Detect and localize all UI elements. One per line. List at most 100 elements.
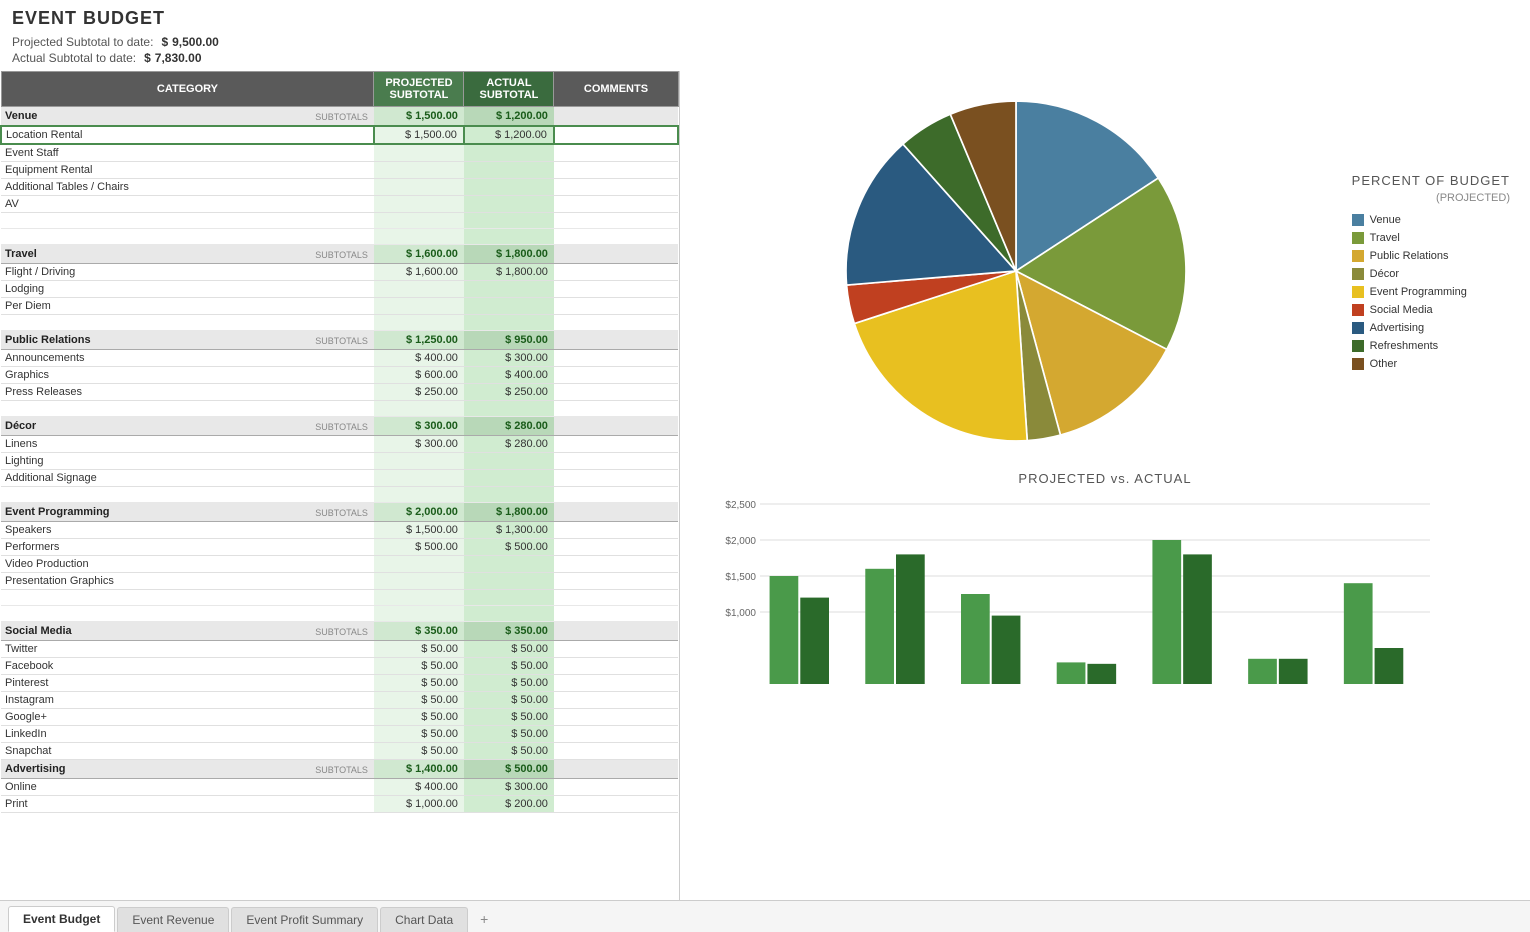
bar-chart-container: $2,500$2,000$1,500$1,000 [700, 494, 1510, 694]
table-row[interactable]: Online $ 400.00 $ 300.00 [1, 779, 678, 796]
table-row[interactable]: Location Rental $ 1,500.00 $ 1,200.00 [1, 126, 678, 144]
table-row[interactable]: Announcements $ 400.00 $ 300.00 [1, 350, 678, 367]
pie-chart-svg [846, 101, 1186, 441]
table-row[interactable]: Pinterest $ 50.00 $ 50.00 [1, 675, 678, 692]
item-act: $ 300.00 [464, 350, 554, 367]
table-row[interactable]: Performers $ 500.00 $ 500.00 [1, 539, 678, 556]
item-act: $ 50.00 [464, 675, 554, 692]
subtotals-label: SUBTOTALS [241, 503, 374, 522]
actual-value: 7,830.00 [155, 51, 202, 65]
tab-event-revenue[interactable]: Event Revenue [117, 907, 229, 932]
subtotals-label: SUBTOTALS [241, 622, 374, 641]
bar-chart-title: PROJECTED vs. ACTUAL [700, 471, 1510, 486]
category-proj: $ 350.00 [374, 622, 464, 641]
item-comment [554, 709, 678, 726]
item-act [464, 179, 554, 196]
legend-item-social-media: Social Media [1352, 304, 1510, 316]
category-name: Social Media [1, 622, 241, 641]
category-comment [554, 331, 678, 350]
table-row[interactable]: Print $ 1,000.00 $ 200.00 [1, 796, 678, 813]
item-proj [374, 281, 464, 298]
item-comment [554, 726, 678, 743]
bar-projected-travel [865, 569, 894, 684]
category-comment [554, 417, 678, 436]
table-row[interactable]: Flight / Driving $ 1,600.00 $ 1,800.00 [1, 264, 678, 281]
item-act: $ 1,300.00 [464, 522, 554, 539]
category-act: $ 950.00 [464, 331, 554, 350]
category-act: $ 1,200.00 [464, 107, 554, 127]
item-name: Presentation Graphics [1, 573, 374, 590]
item-proj [374, 162, 464, 179]
table-row[interactable]: Video Production [1, 556, 678, 573]
table-row[interactable]: Additional Tables / Chairs [1, 179, 678, 196]
item-act: $ 50.00 [464, 658, 554, 675]
legend-label: Other [1370, 358, 1398, 370]
tab-chart-data[interactable]: Chart Data [380, 907, 468, 932]
item-name: Google+ [1, 709, 374, 726]
item-act: $ 400.00 [464, 367, 554, 384]
item-proj: $ 50.00 [374, 726, 464, 743]
legend-color [1352, 268, 1364, 280]
category-subtotal-row: Advertising SUBTOTALS $ 1,400.00 $ 500.0… [1, 760, 678, 779]
category-act: $ 1,800.00 [464, 503, 554, 522]
legend-label: Advertising [1370, 322, 1424, 334]
table-row[interactable]: Additional Signage [1, 470, 678, 487]
subtotals-label: SUBTOTALS [241, 331, 374, 350]
item-name: Location Rental [1, 126, 374, 144]
category-proj: $ 1,500.00 [374, 107, 464, 127]
category-proj: $ 2,000.00 [374, 503, 464, 522]
table-row[interactable]: Google+ $ 50.00 $ 50.00 [1, 709, 678, 726]
item-proj [374, 470, 464, 487]
item-proj [374, 298, 464, 315]
table-row[interactable]: Presentation Graphics [1, 573, 678, 590]
category-act: $ 280.00 [464, 417, 554, 436]
table-row[interactable]: Lodging [1, 281, 678, 298]
table-row[interactable]: AV [1, 196, 678, 213]
table-row[interactable]: Instagram $ 50.00 $ 50.00 [1, 692, 678, 709]
table-row[interactable]: Press Releases $ 250.00 $ 250.00 [1, 384, 678, 401]
legend-label: Décor [1370, 268, 1399, 280]
item-proj: $ 1,000.00 [374, 796, 464, 813]
table-row[interactable]: LinkedIn $ 50.00 $ 50.00 [1, 726, 678, 743]
category-name: Public Relations [1, 331, 241, 350]
bar-actual-event-programming [1183, 554, 1212, 684]
category-subtotal-row: Venue SUBTOTALS $ 1,500.00 $ 1,200.00 [1, 107, 678, 127]
item-proj: $ 50.00 [374, 709, 464, 726]
item-comment [554, 281, 678, 298]
bar-projected-social-media [1248, 659, 1277, 684]
tab-event-profit-summary[interactable]: Event Profit Summary [231, 907, 378, 932]
table-row[interactable]: Snapchat $ 50.00 $ 50.00 [1, 743, 678, 760]
bar-section: PROJECTED vs. ACTUAL $2,500$2,000$1,500$… [700, 471, 1510, 890]
item-name: Pinterest [1, 675, 374, 692]
item-act [464, 556, 554, 573]
item-act [464, 453, 554, 470]
item-comment [554, 144, 678, 162]
item-proj: $ 1,500.00 [374, 126, 464, 144]
spreadsheet-area[interactable]: CATEGORY PROJECTEDSUBTOTAL ACTUALSUBTOTA… [0, 71, 680, 900]
item-proj: $ 400.00 [374, 350, 464, 367]
table-row[interactable]: Twitter $ 50.00 $ 50.00 [1, 641, 678, 658]
item-act [464, 470, 554, 487]
table-row[interactable]: Event Staff [1, 144, 678, 162]
app-title: EVENT BUDGET [12, 8, 1518, 29]
table-row[interactable]: Per Diem [1, 298, 678, 315]
table-row[interactable]: Linens $ 300.00 $ 280.00 [1, 436, 678, 453]
table-row[interactable]: Graphics $ 600.00 $ 400.00 [1, 367, 678, 384]
legend-item-refreshments: Refreshments [1352, 340, 1510, 352]
table-row[interactable]: Speakers $ 1,500.00 $ 1,300.00 [1, 522, 678, 539]
subtotals-label: SUBTOTALS [241, 107, 374, 127]
item-comment [554, 641, 678, 658]
table-row[interactable]: Lighting [1, 453, 678, 470]
item-proj: $ 50.00 [374, 692, 464, 709]
projected-dollar: $ [161, 35, 168, 49]
item-name: Twitter [1, 641, 374, 658]
add-tab-button[interactable]: + [470, 906, 498, 932]
table-row[interactable]: Facebook $ 50.00 $ 50.00 [1, 658, 678, 675]
tab-event-budget[interactable]: Event Budget [8, 906, 115, 932]
budget-table: CATEGORY PROJECTEDSUBTOTAL ACTUALSUBTOTA… [0, 71, 679, 813]
item-name: Speakers [1, 522, 374, 539]
item-name: Lodging [1, 281, 374, 298]
category-subtotal-row: Travel SUBTOTALS $ 1,600.00 $ 1,800.00 [1, 245, 678, 264]
category-proj: $ 1,600.00 [374, 245, 464, 264]
table-row[interactable]: Equipment Rental [1, 162, 678, 179]
